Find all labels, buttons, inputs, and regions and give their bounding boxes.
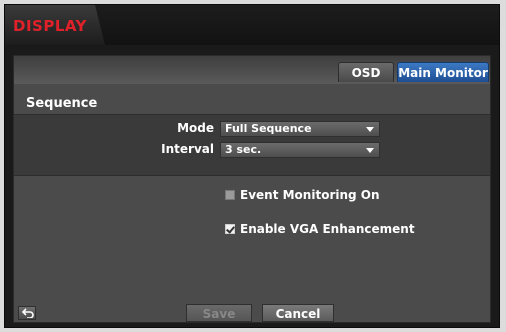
vga-enhancement-checkbox[interactable]: [225, 224, 235, 234]
mode-label: Mode: [177, 121, 214, 135]
tab-osd[interactable]: OSD: [338, 62, 394, 82]
mode-dropdown[interactable]: Full Sequence: [220, 121, 380, 137]
event-monitoring-checkbox[interactable]: [225, 190, 235, 200]
interval-label: Interval: [161, 142, 214, 156]
sequence-panel: Mode Full Sequence Interval 3 sec.: [14, 114, 490, 176]
tab-main-monitor[interactable]: Main Monitor: [397, 62, 489, 82]
mode-value: Full Sequence: [225, 122, 312, 135]
back-arrow-icon: [22, 308, 34, 318]
chevron-down-icon: [366, 148, 374, 153]
chevron-down-icon: [366, 127, 374, 132]
window-title: DISPLAY: [13, 17, 87, 35]
vga-enhancement-option[interactable]: Enable VGA Enhancement: [225, 222, 415, 236]
event-monitoring-label: Event Monitoring On: [240, 188, 380, 202]
cancel-button[interactable]: Cancel: [262, 304, 334, 322]
event-monitoring-option[interactable]: Event Monitoring On: [225, 188, 380, 202]
title-bar: DISPLAY: [5, 5, 499, 45]
back-button[interactable]: [18, 306, 36, 320]
tab-strip: OSD Main Monitor: [14, 56, 490, 84]
save-button[interactable]: Save: [186, 304, 252, 322]
interval-value: 3 sec.: [225, 143, 262, 156]
footer-bar: Save Cancel: [14, 304, 490, 322]
display-window: DISPLAY OSD Main Monitor Sequence Mode F…: [4, 4, 500, 328]
screen: DISPLAY OSD Main Monitor Sequence Mode F…: [0, 0, 506, 332]
section-label-sequence: Sequence: [26, 96, 98, 111]
settings-panel: OSD Main Monitor Sequence Mode Full Sequ…: [13, 55, 491, 323]
interval-dropdown[interactable]: 3 sec.: [220, 142, 380, 158]
vga-enhancement-label: Enable VGA Enhancement: [240, 222, 415, 236]
